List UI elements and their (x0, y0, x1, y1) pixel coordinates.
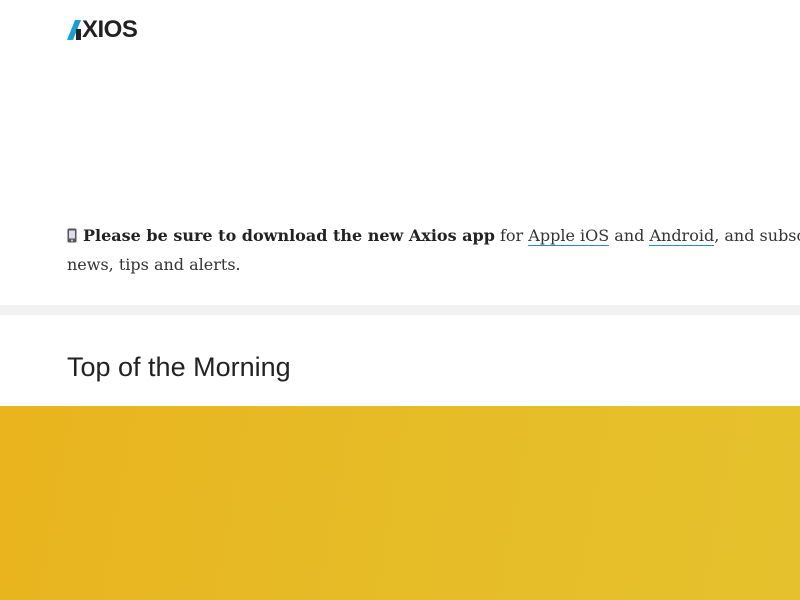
notice-text-line2: news, tips and alerts. (67, 255, 241, 274)
notice-text-and: and (609, 226, 650, 245)
axios-logo[interactable]: XIOS (67, 16, 138, 43)
axios-a-mark-icon (67, 20, 81, 40)
mobile-phone-icon (67, 228, 77, 243)
page: XIOS Please be sure to download the new … (0, 0, 800, 600)
section-title: Top of the Morning (67, 352, 291, 382)
hero-image (0, 406, 800, 600)
apple-ios-link[interactable]: Apple iOS (528, 226, 610, 246)
notice-bold-text: Please be sure to download the new Axios… (83, 226, 495, 245)
notice-text-rest: , and subscr (714, 226, 800, 245)
app-download-notice: Please be sure to download the new Axios… (67, 221, 800, 279)
section-divider (0, 305, 800, 315)
notice-text-for: for (494, 226, 529, 245)
android-link[interactable]: Android (649, 226, 715, 246)
logo-text: XIOS (82, 16, 138, 43)
